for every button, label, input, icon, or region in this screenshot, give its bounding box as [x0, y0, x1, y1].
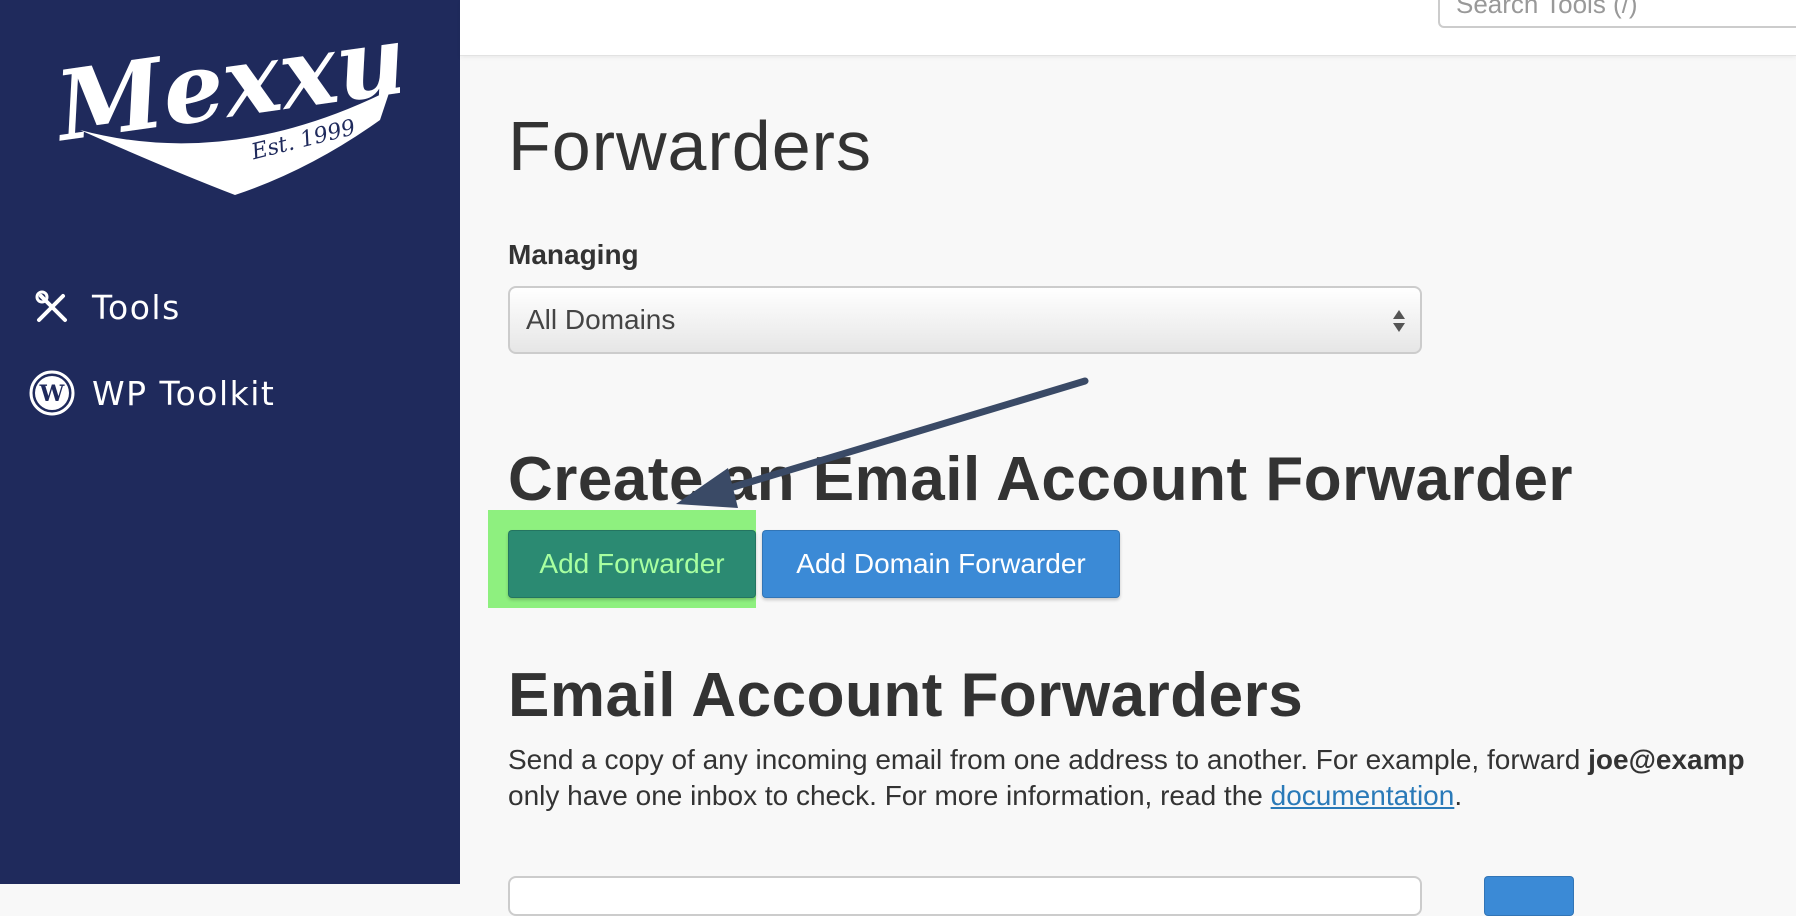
managing-domain-select[interactable]: All Domains [508, 286, 1422, 354]
email-account-forwarders-heading: Email Account Forwarders [508, 661, 1304, 730]
tools-icon [28, 283, 76, 331]
managing-label: Managing [508, 239, 639, 270]
svg-text:W: W [39, 381, 65, 407]
search-forwarders-button[interactable] [1484, 876, 1574, 916]
sidebar: Mexxus Est. 1999 Tools W WP Toolkit [0, 0, 460, 884]
search-forwarders-input[interactable] [508, 876, 1422, 916]
description-period: . [1454, 780, 1463, 811]
wordpress-icon: W [28, 369, 76, 417]
main-content: Forwarders Managing All Domains Create a… [460, 56, 1796, 916]
description-line1: Send a copy of any incoming email from o… [508, 744, 1589, 775]
sidebar-item-label: WP Toolkit [92, 373, 276, 413]
description-example-address: joe@examp [1588, 744, 1745, 775]
description-line2: only have one inbox to check. For more i… [508, 780, 1271, 811]
select-caret-icon [1393, 310, 1405, 332]
create-forwarder-heading: Create an Email Account Forwarder [508, 445, 1574, 514]
search-placeholder: Search Tools (/) [1456, 0, 1638, 19]
forwarders-description: Send a copy of any incoming email from o… [508, 742, 1796, 814]
add-domain-forwarder-button[interactable]: Add Domain Forwarder [762, 530, 1120, 598]
sidebar-item-label: Tools [92, 287, 181, 327]
mexxus-logo[interactable]: Mexxus Est. 1999 [50, 0, 400, 200]
sidebar-item-wp-toolkit[interactable]: W WP Toolkit [28, 365, 275, 421]
add-forwarder-button[interactable]: Add Forwarder [508, 530, 756, 598]
search-tools-input[interactable]: Search Tools (/) [1438, 0, 1796, 28]
sidebar-item-tools[interactable]: Tools [28, 279, 181, 335]
top-bar: Search Tools (/) [460, 0, 1796, 56]
managing-select-value: All Domains [526, 304, 676, 335]
documentation-link[interactable]: documentation [1271, 780, 1455, 811]
page-title: Forwarders [508, 107, 872, 185]
